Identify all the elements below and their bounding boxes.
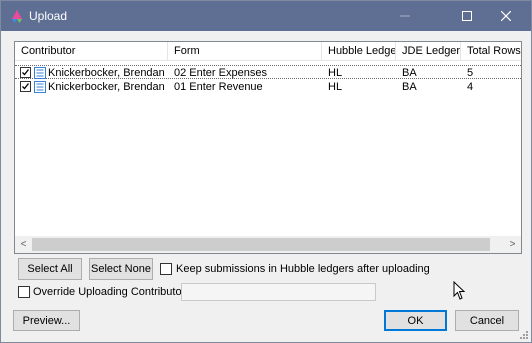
close-button[interactable] [488,1,524,31]
row-checkbox[interactable] [20,81,31,92]
column-header-contributor[interactable]: Contributor [15,42,168,60]
scroll-left-button[interactable]: < [15,236,32,253]
horizontal-scrollbar[interactable]: < > [15,236,521,253]
override-contributor-field[interactable] [181,283,376,301]
close-icon [501,11,511,21]
column-header-form[interactable]: Form [168,42,322,60]
submissions-list[interactable]: Contributor Form Hubble Ledger JDE Ledge… [14,41,522,254]
cell-form: 01 Enter Revenue [174,81,263,93]
table-row[interactable]: Knickerbocker, Brendan 02 Enter Expenses… [15,65,521,79]
cell-contributor: Knickerbocker, Brendan [48,67,165,79]
scroll-thumb[interactable] [32,238,490,251]
override-contributor-checkbox[interactable] [18,286,30,298]
cell-jde-ledger: BA [402,81,417,93]
title-bar[interactable]: Upload [1,1,531,31]
scroll-right-button[interactable]: > [504,236,521,253]
form-document-icon [34,81,46,93]
resize-grip-icon[interactable] [519,330,529,340]
app-logo-icon [12,10,22,23]
window-title: Upload [29,9,68,23]
select-none-button[interactable]: Select None [89,258,153,280]
keep-submissions-checkbox[interactable] [160,263,172,275]
list-header: Contributor Form Hubble Ledger JDE Ledge… [15,42,521,61]
checkmark-icon [22,69,30,76]
column-header-hubble-ledger[interactable]: Hubble Ledger [322,42,396,60]
cell-jde-ledger: BA [402,67,417,79]
table-row[interactable]: Knickerbocker, Brendan 01 Enter Revenue … [15,80,521,94]
upload-dialog: Upload Contributor Form Hubble Ledger JD… [0,0,532,343]
form-document-icon [34,67,46,79]
cell-contributor: Knickerbocker, Brendan [48,81,165,93]
mouse-pointer-icon [453,281,466,300]
row-checkbox[interactable] [20,67,31,78]
keep-submissions-label[interactable]: Keep submissions in Hubble ledgers after… [176,263,430,275]
ok-button[interactable]: OK [384,310,447,331]
cell-total-rows: 4 [467,81,474,93]
cell-total-rows: 5 [467,67,474,79]
minimize-button[interactable] [387,1,423,31]
cell-hubble-ledger: HL [328,81,343,93]
override-contributor-label[interactable]: Override Uploading Contributor [33,286,185,298]
cell-form: 02 Enter Expenses [174,67,267,79]
column-header-total-rows[interactable]: Total Rows [461,42,521,60]
preview-button[interactable]: Preview... [13,310,80,331]
cell-hubble-ledger: HL [328,67,343,79]
column-header-jde-ledger[interactable]: JDE Ledger [396,42,461,60]
cancel-button[interactable]: Cancel [455,310,519,331]
maximize-icon [462,11,472,21]
select-all-button[interactable]: Select All [18,258,82,280]
checkmark-icon [22,83,30,90]
maximize-button[interactable] [449,1,485,31]
minimize-icon [400,15,410,17]
